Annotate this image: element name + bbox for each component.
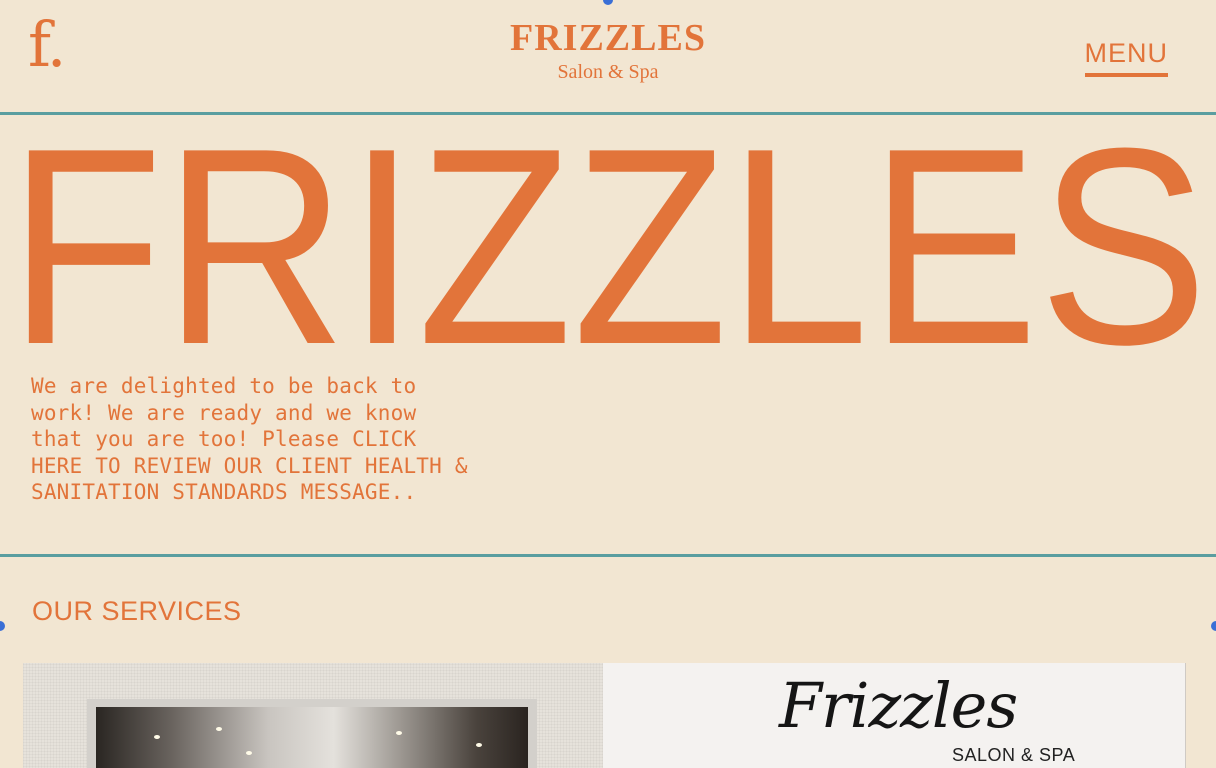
brand-block[interactable]: FRIZZLES Salon & Spa bbox=[0, 18, 1216, 84]
intro-message[interactable]: We are delighted to be back to work! We … bbox=[31, 373, 471, 506]
menu-button[interactable]: MENU bbox=[1084, 38, 1168, 77]
frizzles-logo-subtitle: SALON & SPA bbox=[952, 745, 1076, 765]
intro-message-text[interactable]: We are delighted to be back to work! We … bbox=[31, 374, 468, 504]
brand-name: FRIZZLES bbox=[510, 17, 706, 59]
salon-interior-photo bbox=[96, 707, 528, 768]
selection-handle-left[interactable] bbox=[0, 621, 5, 631]
header-divider bbox=[0, 112, 1216, 115]
selection-handle-right[interactable] bbox=[1211, 621, 1216, 631]
hero-headline-text: FRIZZLES bbox=[8, 116, 1208, 356]
frizzles-script-logo: Frizzles bbox=[779, 669, 1018, 742]
hero-headline: FRIZZLES bbox=[8, 116, 1208, 356]
service-card-logo[interactable]: Frizzles SALON & SPA bbox=[603, 663, 1186, 768]
selection-handle-top[interactable] bbox=[603, 0, 613, 5]
services-title: OUR SERVICES bbox=[32, 596, 242, 626]
photo-frame bbox=[87, 699, 537, 768]
section-divider bbox=[0, 554, 1216, 557]
service-card-photo[interactable] bbox=[23, 663, 603, 768]
brand-tagline: Salon & Spa bbox=[557, 61, 659, 83]
